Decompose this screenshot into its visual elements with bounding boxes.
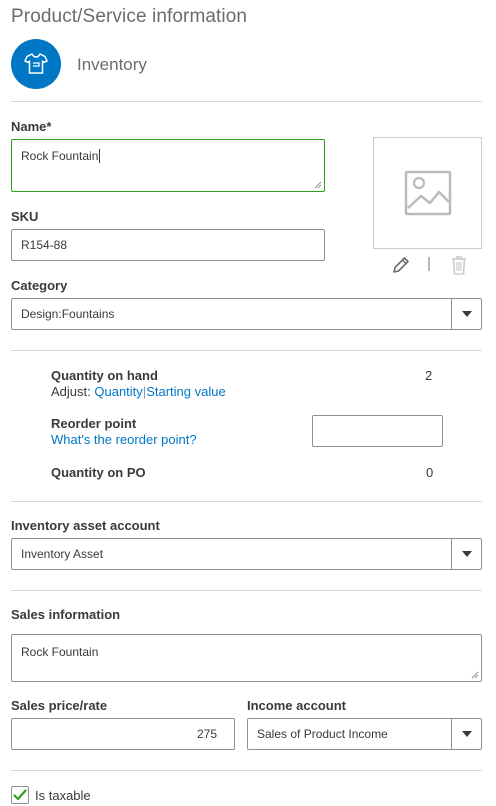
- divider: [11, 501, 482, 502]
- chevron-down-icon: [461, 311, 472, 317]
- income-account-value: Sales of Product Income: [257, 727, 388, 741]
- edit-pencil-icon[interactable]: [391, 255, 411, 275]
- is-taxable-label[interactable]: Is taxable: [35, 788, 91, 803]
- quantity-on-po-label: Quantity on PO: [51, 465, 146, 480]
- income-account-select[interactable]: Sales of Product Income: [247, 718, 482, 750]
- item-type-badge[interactable]: [11, 39, 61, 89]
- sku-label: SKU: [11, 209, 39, 224]
- resize-handle-icon[interactable]: [471, 671, 479, 679]
- sku-field[interactable]: R154-88: [11, 229, 325, 261]
- is-taxable-checkbox[interactable]: [11, 786, 29, 804]
- category-label: Category: [11, 278, 68, 293]
- item-type-label: Inventory: [77, 55, 147, 74]
- sales-price-label: Sales price/rate: [11, 698, 108, 713]
- tshirt-icon: [24, 53, 48, 74]
- name-field[interactable]: Rock Fountain: [11, 139, 325, 192]
- resize-handle-icon[interactable]: [314, 181, 322, 189]
- divider: [11, 770, 482, 771]
- reorder-point-input[interactable]: [312, 415, 443, 447]
- chevron-down-icon: [461, 731, 472, 737]
- starting-value-link[interactable]: Starting value: [146, 384, 226, 399]
- adjust-quantity-link[interactable]: Quantity: [94, 384, 142, 399]
- reorder-point-help-link[interactable]: What's the reorder point?: [51, 432, 197, 447]
- checkmark-icon: [13, 789, 27, 801]
- sku-value: R154-88: [21, 238, 68, 252]
- divider: [11, 101, 482, 102]
- text-caret: [99, 149, 101, 163]
- reorder-point-label: Reorder point: [51, 416, 137, 431]
- adjust-prefix: Adjust:: [51, 384, 91, 399]
- image-icon: [404, 170, 451, 216]
- income-account-label: Income account: [247, 698, 346, 713]
- quantity-on-hand-label: Quantity on hand: [51, 368, 158, 383]
- inventory-asset-account-value: Inventory Asset: [21, 547, 104, 561]
- category-dropdown-button[interactable]: [451, 299, 481, 329]
- divider: [11, 590, 482, 591]
- inventory-asset-account-select[interactable]: Inventory Asset: [11, 538, 482, 570]
- trash-icon[interactable]: [449, 255, 469, 275]
- image-actions-separator: |: [427, 255, 431, 272]
- income-account-dropdown-button[interactable]: [451, 719, 481, 749]
- inventory-asset-dropdown-button[interactable]: [451, 539, 481, 569]
- inventory-asset-account-label: Inventory asset account: [11, 518, 160, 533]
- name-label: Name*: [11, 119, 52, 134]
- panel-title: Product/Service information: [11, 6, 248, 27]
- category-select[interactable]: Design:Fountains: [11, 298, 482, 330]
- sales-price-value: 275: [196, 727, 217, 741]
- divider: [11, 350, 482, 351]
- quantity-on-po-value: 0: [426, 465, 434, 480]
- chevron-down-icon: [461, 551, 472, 557]
- category-value: Design:Fountains: [21, 307, 115, 321]
- adjust-row: Adjust: Quantity|Starting value: [51, 384, 226, 399]
- sales-price-input[interactable]: 275: [11, 718, 235, 750]
- name-value: Rock Fountain: [21, 149, 99, 163]
- sales-description-value: Rock Fountain: [21, 645, 99, 659]
- product-image-placeholder[interactable]: [373, 137, 482, 249]
- quantity-on-hand-value: 2: [425, 368, 433, 383]
- sales-information-label: Sales information: [11, 607, 121, 622]
- sales-description-field[interactable]: Rock Fountain: [11, 634, 482, 682]
